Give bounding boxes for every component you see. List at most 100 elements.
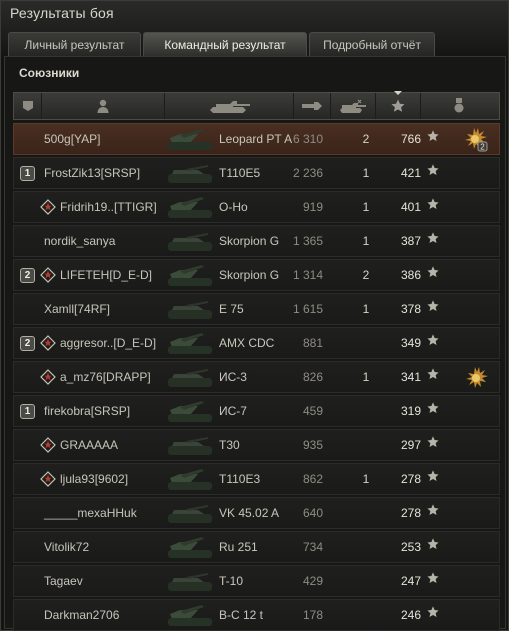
allies-table: 500g[YAP] Leopard PT A6 310 2 766 2 1 FrostZik… bbox=[13, 123, 500, 631]
tank-icon bbox=[162, 192, 218, 225]
tank-icon bbox=[162, 328, 218, 361]
damage-value: 919 bbox=[302, 200, 323, 214]
medals-column-header[interactable] bbox=[421, 93, 497, 119]
squad-diamond-icon bbox=[40, 267, 56, 283]
player-name: a_mz76[DRAPP] bbox=[60, 370, 151, 384]
table-row[interactable]: Vitolik72 Ru 251 734 253 bbox=[13, 531, 500, 563]
xp-value: 247 bbox=[400, 574, 421, 588]
xp-value: 401 bbox=[400, 200, 421, 214]
table-row[interactable]: Fridrih19..[TTIGR] O-Ho 919 1 401 bbox=[13, 191, 500, 223]
player-name: Xamll[74RF] bbox=[44, 302, 111, 316]
xp-value: 278 bbox=[400, 472, 421, 486]
player-name: firekobra[SRSP] bbox=[44, 404, 131, 418]
xp-star-icon bbox=[427, 266, 439, 277]
tank-name: T110E3 bbox=[219, 472, 261, 486]
table-row[interactable]: Xamll[74RF] E 75 1 615 1 378 bbox=[13, 293, 500, 325]
damage-value: 1 615 bbox=[292, 302, 323, 316]
damage-value: 178 bbox=[302, 608, 323, 622]
table-row[interactable]: Tagaev T-10 429 247 bbox=[13, 565, 500, 597]
table-row[interactable]: 1 FrostZik13[SRSP] T110E5 2 236 1 421 bbox=[13, 157, 500, 189]
xp-value: 378 bbox=[400, 302, 421, 316]
tank-name: O-Ho bbox=[219, 200, 248, 214]
player-name: 500g[YAP] bbox=[44, 132, 101, 146]
squad-column-header[interactable] bbox=[14, 93, 42, 119]
xp-column-header[interactable] bbox=[376, 91, 421, 119]
xp-star-icon bbox=[427, 368, 439, 379]
xp-star-icon bbox=[427, 300, 439, 311]
xp-star-icon bbox=[427, 436, 439, 447]
kills-value: 1 bbox=[362, 370, 370, 384]
xp-star-icon bbox=[427, 232, 439, 243]
tank-icon bbox=[162, 124, 218, 157]
tank-name: Ru 251 bbox=[219, 540, 258, 554]
kills-column-header[interactable] bbox=[331, 93, 376, 119]
tank-name: T110E5 bbox=[219, 166, 261, 180]
xp-value: 766 bbox=[400, 132, 421, 146]
tank-icon bbox=[162, 498, 218, 531]
xp-star-icon bbox=[427, 198, 439, 209]
table-header bbox=[13, 91, 500, 120]
tank-icon bbox=[162, 464, 218, 497]
platoon-badge: 1 bbox=[20, 404, 35, 419]
player-name: Tagaev bbox=[44, 574, 83, 588]
xp-value: 319 bbox=[400, 404, 421, 418]
player-name: Fridrih19..[TTIGR] bbox=[60, 200, 157, 214]
xp-star-icon bbox=[427, 164, 439, 175]
table-row[interactable]: Darkman2706 B-C 12 t 178 246 bbox=[13, 599, 500, 631]
xp-value: 341 bbox=[400, 370, 421, 384]
xp-value: 349 bbox=[400, 336, 421, 350]
platoon-badge: 1 bbox=[20, 166, 35, 181]
tank-icon bbox=[162, 430, 218, 463]
xp-value: 421 bbox=[400, 166, 421, 180]
tank-name: E 75 bbox=[219, 302, 244, 316]
xp-value: 278 bbox=[400, 506, 421, 520]
damage-value: 640 bbox=[302, 506, 323, 520]
xp-value: 386 bbox=[400, 268, 421, 282]
squad-diamond-icon bbox=[40, 471, 56, 487]
table-row[interactable]: 2 aggresor..[D_E-D] AMX CDC 881 349 bbox=[13, 327, 500, 359]
table-row[interactable]: 2 LIFETEH[D_E-D] Skorpion G 1 314 2 386 bbox=[13, 259, 500, 291]
tank-name: Skorpion G bbox=[219, 268, 280, 282]
tank-column-icon bbox=[210, 101, 250, 113]
tank-icon bbox=[162, 566, 218, 599]
player-name: ljula93[9602] bbox=[60, 472, 129, 486]
kills-column-icon bbox=[340, 99, 366, 113]
achievement-medal-icon[interactable]: 2 bbox=[463, 127, 489, 153]
damage-value: 1 365 bbox=[292, 234, 323, 248]
squad-column-icon bbox=[22, 101, 33, 111]
tank-name: B-C 12 t bbox=[219, 608, 264, 622]
tab-team-result[interactable]: Командный результат bbox=[143, 32, 307, 56]
table-row[interactable]: ljula93[9602] T110E3 862 1 278 bbox=[13, 463, 500, 495]
tank-icon bbox=[162, 362, 218, 395]
table-row[interactable]: 1 firekobra[SRSP] ИС-7 459 319 bbox=[13, 395, 500, 427]
xp-value: 387 bbox=[400, 234, 421, 248]
table-row[interactable]: _____mexaHHuk VK 45.02 A 640 278 bbox=[13, 497, 500, 529]
tank-name: Skorpion G bbox=[219, 234, 280, 248]
squad-diamond-icon bbox=[40, 199, 56, 215]
damage-value: 935 bbox=[302, 438, 323, 452]
table-row[interactable]: GRAAAAA T30 935 297 bbox=[13, 429, 500, 461]
player-column-header[interactable] bbox=[42, 93, 165, 119]
achievement-medal-icon[interactable] bbox=[463, 365, 489, 391]
tank-column-header[interactable] bbox=[165, 93, 294, 119]
damage-value: 6 310 bbox=[292, 132, 323, 146]
tank-name: VK 45.02 A bbox=[219, 506, 280, 520]
kills-value: 1 bbox=[362, 472, 370, 486]
player-name: Vitolik72 bbox=[44, 540, 90, 554]
tank-icon bbox=[162, 532, 218, 565]
table-row[interactable]: nordik_sanya Skorpion G 1 365 1 387 bbox=[13, 225, 500, 257]
kills-value: 1 bbox=[362, 302, 370, 316]
damage-value: 459 bbox=[302, 404, 323, 418]
squad-diamond-icon bbox=[40, 369, 56, 385]
tab-detailed-report[interactable]: Подробный отчёт bbox=[309, 32, 435, 56]
player-name: nordik_sanya bbox=[44, 234, 116, 248]
tab-personal-result[interactable]: Личный результат bbox=[8, 32, 141, 56]
player-name: LIFETEH[D_E-D] bbox=[60, 268, 153, 282]
table-row[interactable]: 500g[YAP] Leopard PT A6 310 2 766 2 bbox=[13, 123, 500, 155]
damage-column-icon bbox=[302, 102, 322, 110]
platoon-badge: 2 bbox=[20, 268, 35, 283]
sort-arrow-icon bbox=[394, 91, 402, 95]
damage-column-header[interactable] bbox=[294, 93, 331, 119]
team-results-panel: Союзники 500g[YAP] Leopard PT A 6 310 2 … bbox=[4, 56, 506, 631]
table-row[interactable]: a_mz76[DRAPP] ИС-3 826 1 341 bbox=[13, 361, 500, 393]
